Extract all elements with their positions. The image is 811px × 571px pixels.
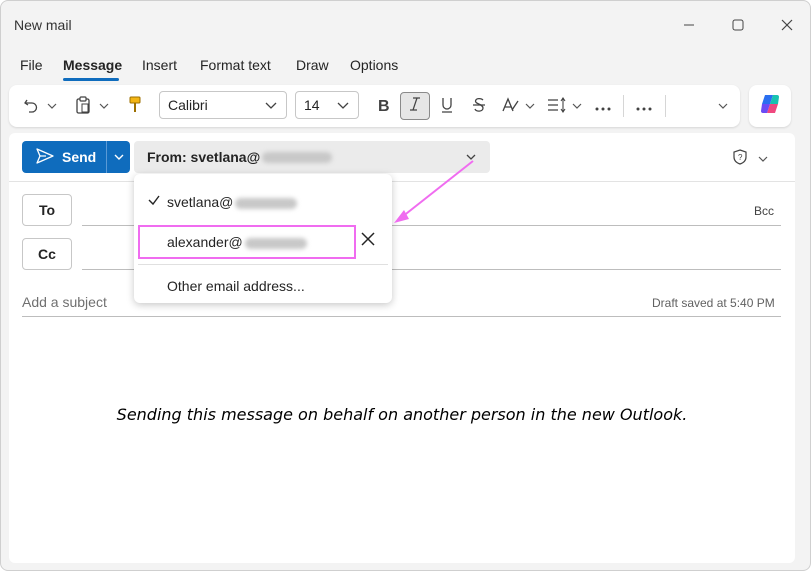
toolbar-divider xyxy=(623,95,624,117)
line-spacing-dropdown[interactable] xyxy=(570,85,584,127)
svg-text:?: ? xyxy=(738,153,743,162)
cc-label: Cc xyxy=(38,246,56,262)
send-label: Send xyxy=(62,149,97,165)
checkmark-icon xyxy=(147,193,161,210)
send-button-group: Send xyxy=(22,141,130,173)
text-effects-dropdown[interactable] xyxy=(523,85,537,127)
ribbon-toolbar: Calibri 14 B xyxy=(9,85,740,127)
cc-button[interactable]: Cc xyxy=(22,238,72,270)
remove-address-icon[interactable] xyxy=(360,231,376,252)
text-effects-icon xyxy=(502,96,520,116)
svg-text:B: B xyxy=(378,98,390,113)
chevron-down-icon[interactable] xyxy=(758,151,768,169)
undo-button[interactable] xyxy=(19,85,43,127)
chevron-down-icon xyxy=(718,98,728,114)
annotation-caption: Sending this message on behalf on anothe… xyxy=(116,405,688,424)
blurred-domain xyxy=(244,237,307,249)
send-button[interactable]: Send xyxy=(22,141,106,173)
toolbar-divider xyxy=(665,95,666,117)
chevron-down-icon xyxy=(114,149,124,165)
undo-dropdown[interactable] xyxy=(45,85,59,127)
text-effects-button[interactable] xyxy=(499,85,523,127)
tab-message[interactable]: Message xyxy=(63,57,122,73)
ribbon-tabs: File Message Insert Format text Draw Opt… xyxy=(1,53,810,81)
ribbon-expand-button[interactable] xyxy=(713,85,733,127)
chevron-down-icon xyxy=(336,98,350,115)
subject-underline xyxy=(22,316,781,317)
to-label: To xyxy=(38,202,56,218)
tab-draw[interactable]: Draw xyxy=(296,57,329,73)
close-button[interactable] xyxy=(765,11,809,41)
outlook-window: New mail File Message Insert Format text… xyxy=(0,0,811,571)
font-name-select[interactable]: Calibri xyxy=(159,91,287,119)
font-size-select[interactable]: 14 xyxy=(295,91,359,119)
more-icon xyxy=(636,98,652,114)
format-painter-icon xyxy=(128,96,142,117)
tab-file[interactable]: File xyxy=(20,57,43,73)
underline-icon xyxy=(440,97,454,116)
compose-pane: Send From: svetlana@ ? To Bcc Cc Add a s… xyxy=(9,133,795,563)
subject-input[interactable]: Add a subject xyxy=(22,294,107,310)
blurred-domain xyxy=(262,151,333,163)
paste-dropdown[interactable] xyxy=(97,85,111,127)
clipboard-icon xyxy=(75,95,91,117)
underline-button[interactable] xyxy=(435,85,459,127)
from-option-label: alexander@ xyxy=(167,234,243,250)
strikethrough-button[interactable] xyxy=(467,85,491,127)
header-divider xyxy=(9,181,795,182)
chevron-down-icon xyxy=(264,98,278,115)
from-label: From: svetlana@ xyxy=(147,149,261,165)
other-email-option[interactable]: Other email address... xyxy=(134,268,392,304)
more-options-button[interactable] xyxy=(632,85,656,127)
minimize-icon xyxy=(683,18,695,34)
blurred-domain xyxy=(235,197,298,209)
from-dropdown-menu: svetlana@ alexander@ Other email address… xyxy=(134,174,392,303)
chevron-down-icon xyxy=(525,98,535,114)
chevron-down-icon xyxy=(99,98,109,114)
other-email-label: Other email address... xyxy=(167,278,305,294)
chevron-down-icon xyxy=(47,98,57,114)
tab-format-text[interactable]: Format text xyxy=(200,57,271,73)
title-bar: New mail xyxy=(1,1,810,49)
maximize-button[interactable] xyxy=(716,11,760,41)
from-option-label: svetlana@ xyxy=(167,194,234,210)
italic-button[interactable] xyxy=(400,92,430,120)
send-options-button[interactable] xyxy=(106,141,130,173)
chevron-down-icon xyxy=(572,98,582,114)
paste-button[interactable] xyxy=(71,85,95,127)
from-option-svetlana[interactable]: svetlana@ xyxy=(134,184,392,220)
tab-insert[interactable]: Insert xyxy=(142,57,177,73)
window-title: New mail xyxy=(14,17,72,33)
active-tab-indicator xyxy=(63,78,119,81)
bold-button[interactable]: B xyxy=(371,85,395,127)
close-icon xyxy=(781,18,793,34)
draft-status: Draft saved at 5:40 PM xyxy=(652,296,775,310)
strikethrough-icon xyxy=(472,97,486,116)
tab-options[interactable]: Options xyxy=(350,57,398,73)
format-painter-button[interactable] xyxy=(123,85,147,127)
minimize-button[interactable] xyxy=(667,11,711,41)
maximize-icon xyxy=(732,18,744,34)
more-icon xyxy=(595,98,611,114)
from-selector[interactable]: From: svetlana@ xyxy=(134,141,490,173)
copilot-icon xyxy=(758,92,782,121)
bold-icon: B xyxy=(376,97,390,116)
to-button[interactable]: To xyxy=(22,194,72,226)
from-option-alexander[interactable]: alexander@ xyxy=(134,225,392,261)
send-icon xyxy=(36,147,54,167)
copilot-button[interactable] xyxy=(749,85,791,127)
sensitivity-shield-icon[interactable]: ? xyxy=(732,149,748,170)
font-name-value: Calibri xyxy=(168,97,208,113)
line-spacing-button[interactable] xyxy=(545,85,569,127)
chevron-down-icon xyxy=(464,150,478,167)
font-size-value: 14 xyxy=(304,97,320,113)
dropdown-divider xyxy=(138,264,388,265)
line-spacing-icon xyxy=(547,96,567,116)
bcc-link[interactable]: Bcc xyxy=(754,204,774,218)
italic-icon xyxy=(408,96,422,117)
undo-icon xyxy=(23,97,39,116)
more-formatting-button[interactable] xyxy=(591,85,615,127)
